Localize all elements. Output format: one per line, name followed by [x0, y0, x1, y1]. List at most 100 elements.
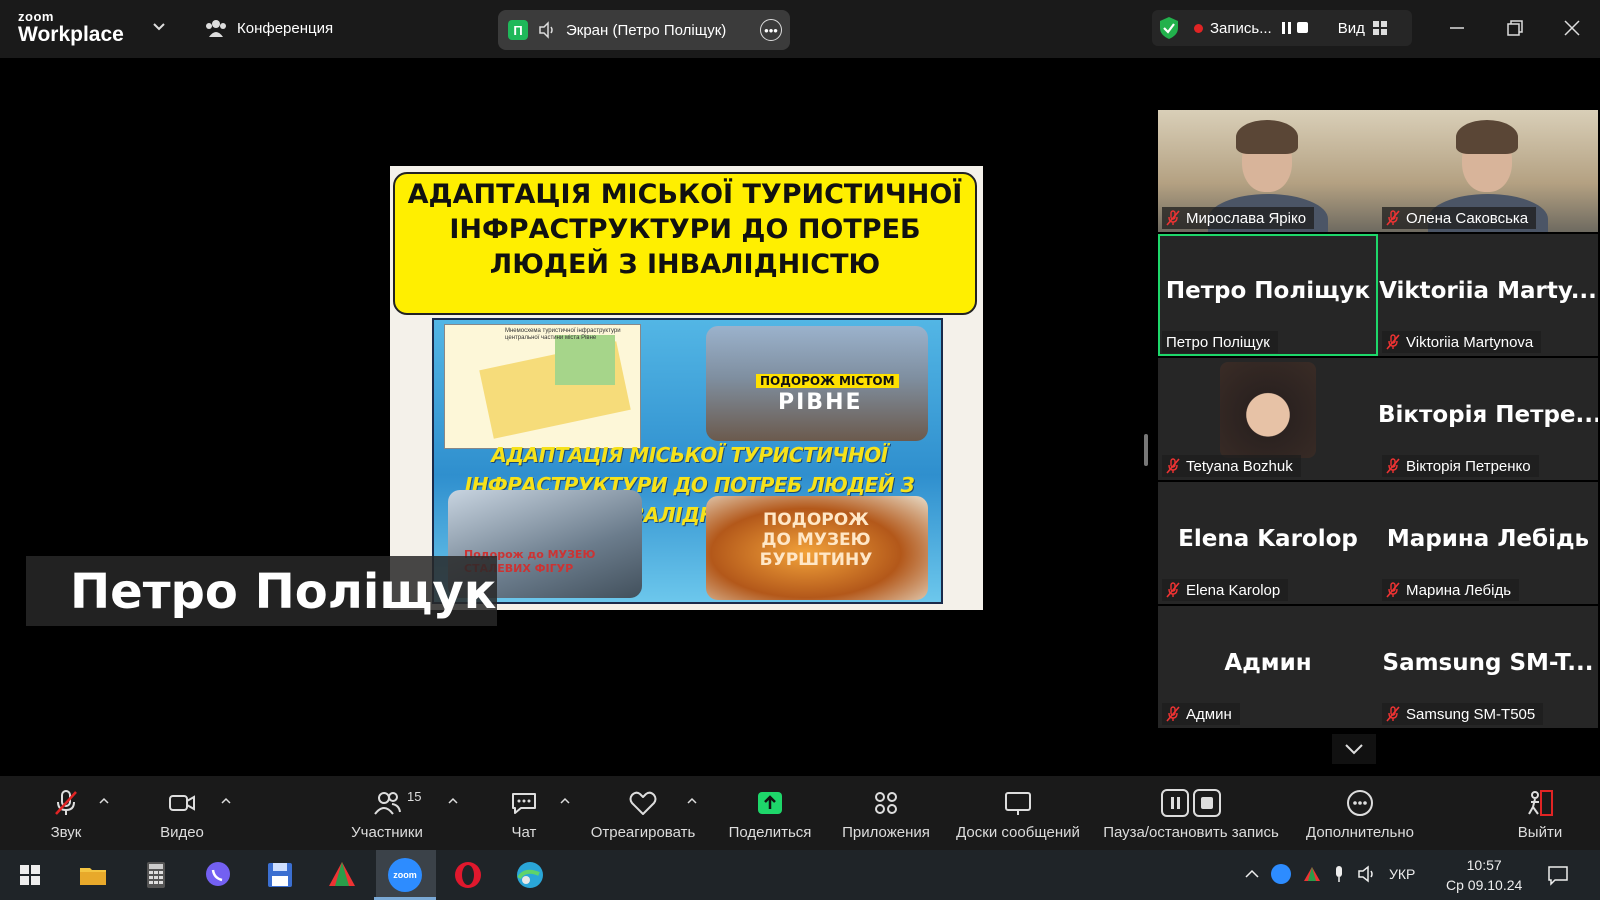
participant-name: Петро Поліщук	[1166, 333, 1270, 351]
participant-tile[interactable]: Viktoriia Marty... Viktoriia Martynova	[1378, 234, 1598, 356]
stop-recording-icon[interactable]	[1296, 22, 1308, 33]
video-button[interactable]: Видео	[155, 776, 209, 850]
participants-button[interactable]: Участники	[347, 776, 427, 850]
presenter-badge: П	[508, 20, 528, 40]
chevron-down-icon[interactable]	[152, 20, 166, 34]
notifications-icon[interactable]	[1546, 863, 1570, 887]
speaker-icon	[539, 21, 553, 39]
participant-tile[interactable]: Олена Саковська	[1378, 110, 1598, 232]
close-icon[interactable]	[1560, 16, 1584, 40]
chat-icon	[512, 793, 536, 814]
chat-button[interactable]: Чат	[502, 776, 546, 850]
participant-name-bar: Мирослава Яріко	[1162, 207, 1315, 229]
windows-taskbar: zoom УКР 10:57 Ср 09.10.24	[0, 850, 1600, 900]
more-button[interactable]: Дополнительно	[1302, 776, 1418, 850]
audio-button[interactable]: Звук	[44, 776, 88, 850]
system-tray: УКР	[1245, 864, 1415, 884]
grid-view-icon	[1372, 21, 1387, 35]
record-controls-button[interactable]: Пауза/остановить запись	[1102, 776, 1280, 850]
video-label: Видео	[160, 824, 204, 841]
map-image: Мнемосхема туристичної інфраструктури це…	[444, 324, 641, 449]
keyboard-language[interactable]: УКР	[1389, 866, 1415, 882]
participant-name: Мирослава Яріко	[1186, 209, 1307, 227]
minimize-icon[interactable]	[1445, 16, 1469, 40]
recording-pill: Запись... Вид	[1152, 10, 1412, 46]
participant-tile[interactable]: Elena Karolop Elena Karolop	[1158, 482, 1378, 604]
microphone-tray-icon[interactable]	[1333, 865, 1345, 883]
camera-icon	[169, 795, 195, 811]
meeting-menu[interactable]: Конференция	[205, 18, 333, 38]
tray-expand-icon[interactable]	[1245, 869, 1259, 879]
file-explorer-icon[interactable]	[76, 858, 110, 892]
pause-recording-icon[interactable]	[1281, 22, 1291, 34]
participants-icon	[374, 792, 401, 815]
chat-options-caret-icon[interactable]	[560, 796, 570, 806]
participant-name-bar: Марина Лебідь	[1382, 579, 1520, 601]
title-bar: zoom Workplace Конференция П Экран (Петр…	[0, 0, 1600, 58]
participant-display-name: Админ	[1224, 650, 1312, 676]
participant-tile[interactable]: Tetyana Bozhuk	[1158, 358, 1378, 480]
zoom-taskbar-icon[interactable]: zoom	[374, 858, 436, 900]
participants-group-icon	[206, 20, 226, 37]
taskbar-clock[interactable]: 10:57 Ср 09.10.24	[1446, 855, 1522, 895]
logo-small-text: zoom	[18, 9, 54, 24]
participants-options-caret-icon[interactable]	[448, 796, 458, 806]
mic-muted-icon	[1166, 582, 1180, 598]
shield-check-icon[interactable]	[1158, 16, 1180, 40]
record-controls-label: Пауза/остановить запись	[1103, 824, 1279, 841]
participant-avatar	[1220, 362, 1316, 458]
chevron-down-icon	[1345, 744, 1363, 755]
recording-dot-icon	[1194, 23, 1203, 33]
recording-label: Запись...	[1210, 19, 1272, 37]
opera-icon[interactable]	[451, 858, 485, 892]
participant-display-name: Петро Поліщук	[1165, 278, 1371, 304]
heart-icon	[629, 791, 657, 815]
whiteboards-button[interactable]: Доски сообщений	[953, 776, 1083, 850]
save-disk-icon[interactable]	[263, 858, 297, 892]
participant-name: Вікторія Петренко	[1406, 457, 1531, 475]
whiteboards-label: Доски сообщений	[956, 824, 1080, 841]
participant-name-bar: Viktoriia Martynova	[1382, 331, 1542, 353]
share-screen-icon	[758, 792, 782, 814]
apps-button[interactable]: Приложения	[838, 776, 934, 850]
pause-stop-recording-icon	[1161, 789, 1221, 817]
more-options-icon[interactable]: •••	[760, 19, 782, 41]
audio-options-caret-icon[interactable]	[99, 796, 109, 806]
zoom-logo[interactable]: zoom Workplace	[18, 10, 124, 45]
view-label: Вид	[1337, 19, 1365, 37]
view-button[interactable]: Вид	[1338, 20, 1387, 37]
panel-splitter[interactable]	[1144, 434, 1148, 466]
pdf-app-icon[interactable]	[325, 858, 359, 892]
leave-icon	[1528, 790, 1553, 816]
gallery-scroll-down[interactable]	[1332, 734, 1376, 764]
screen-share-pill[interactable]: П Экран (Петро Поліщук) •••	[498, 10, 790, 50]
restore-icon[interactable]	[1503, 16, 1527, 40]
react-options-caret-icon[interactable]	[687, 796, 697, 806]
color-app-tray-icon[interactable]	[1303, 866, 1321, 882]
share-label: Поделиться	[728, 824, 812, 841]
participant-tile[interactable]: Вікторія Петре... Вікторія Петренко	[1378, 358, 1598, 480]
participant-name: Олена Саковська	[1406, 209, 1529, 227]
participant-name: Elena Karolop	[1186, 581, 1281, 599]
participant-tile[interactable]: Мирослава Яріко	[1158, 110, 1378, 232]
participant-tile[interactable]: Марина Лебідь Марина Лебідь	[1378, 482, 1598, 604]
city-label-2: РІВНЕ	[778, 390, 863, 415]
react-button[interactable]: Отреагировать	[588, 776, 698, 850]
video-options-caret-icon[interactable]	[221, 796, 231, 806]
zoom-tray-icon[interactable]	[1271, 864, 1291, 884]
participant-tile[interactable]: Админ Админ	[1158, 606, 1378, 728]
viber-icon[interactable]	[201, 858, 235, 892]
more-icon	[1347, 790, 1373, 816]
participant-tile[interactable]: Петро Поліщук Петро Поліщук	[1158, 234, 1378, 356]
mic-muted-icon	[1386, 334, 1400, 350]
edge-browser-icon[interactable]	[513, 858, 547, 892]
presentation-slide: АДАПТАЦІЯ МІСЬКОЇ ТУРИСТИЧНОЇ ІНФРАСТРУК…	[390, 166, 983, 610]
leave-button[interactable]: Выйти	[1510, 776, 1570, 850]
participant-tile[interactable]: Samsung SM-T... Samsung SM-T505	[1378, 606, 1598, 728]
calculator-icon[interactable]	[139, 858, 173, 892]
volume-icon[interactable]	[1357, 865, 1377, 883]
more-label: Дополнительно	[1306, 824, 1414, 841]
city-photo: ПОДОРОЖ МІСТОМ РІВНЕ	[706, 326, 928, 441]
windows-start-icon[interactable]	[13, 858, 47, 892]
share-button[interactable]: Поделиться	[725, 776, 815, 850]
